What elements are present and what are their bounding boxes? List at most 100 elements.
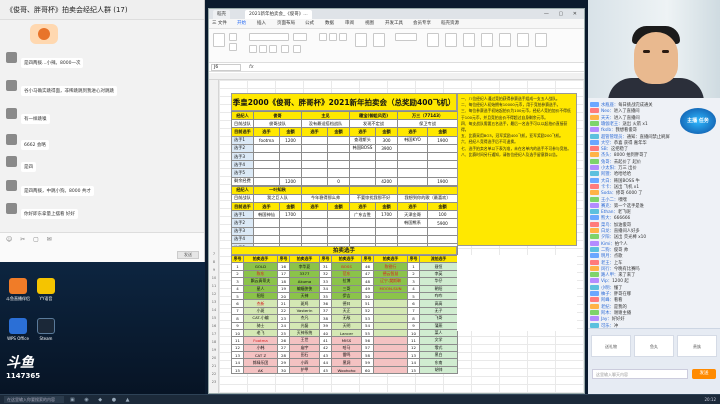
danmaku-username[interactable]: 杰头： xyxy=(601,153,614,158)
filter-icon[interactable] xyxy=(481,33,493,47)
agent-name[interactable] xyxy=(301,185,351,195)
roster-index[interactable]: 46 xyxy=(361,262,374,271)
cell-reference-box[interactable]: J6 xyxy=(211,64,241,71)
fill-color-icon[interactable] xyxy=(293,45,301,53)
row-number[interactable]: 15 xyxy=(209,316,219,320)
roster-index[interactable]: 38 xyxy=(319,314,332,323)
player-cell[interactable] xyxy=(253,218,280,228)
fan-badge-icon[interactable] xyxy=(590,127,599,133)
menu-developer[interactable]: 开发工具 xyxy=(385,19,403,29)
player-cell[interactable] xyxy=(301,151,329,162)
menu-docer-resources[interactable]: 稻壳资源 xyxy=(441,19,459,29)
roster-index[interactable]: 17 xyxy=(277,269,290,279)
fan-badge-icon[interactable] xyxy=(590,158,599,164)
roster-player[interactable]: 灭神系统 xyxy=(289,328,320,338)
roster-index[interactable]: 10 xyxy=(231,328,244,338)
roster-player[interactable] xyxy=(373,351,408,360)
roster-index[interactable]: 44 xyxy=(319,358,332,367)
column-header[interactable]: 金额 xyxy=(375,202,399,212)
player-cell[interactable] xyxy=(253,234,280,245)
player-cell[interactable] xyxy=(375,168,399,178)
roster-player[interactable]: Akuma xyxy=(289,277,320,286)
roster-player[interactable]: 老飞 xyxy=(243,328,278,338)
roster-header[interactable]: 序号 xyxy=(277,254,290,264)
roster-index[interactable]: 45 xyxy=(319,365,332,375)
team-name[interactable]: 我之巨人队 xyxy=(252,193,303,204)
roster-player[interactable]: 东南 xyxy=(419,358,458,367)
player-cell[interactable]: 3900 xyxy=(375,143,399,153)
roster-player[interactable]: 小斑 xyxy=(243,306,278,316)
roster-player[interactable]: MOON-SUN xyxy=(373,284,408,293)
fan-badge-icon[interactable] xyxy=(590,114,599,120)
player-cell[interactable]: 100 xyxy=(427,210,459,220)
align-left-icon[interactable] xyxy=(319,33,327,41)
roster-index[interactable]: 9 xyxy=(231,321,244,330)
column-header[interactable]: 金额 xyxy=(278,202,303,212)
menu-page-layout[interactable]: 页面布局 xyxy=(277,19,295,29)
danmaku-username[interactable]: Jay： xyxy=(601,317,612,322)
player-cell[interactable]: 韩国神仙 xyxy=(253,210,280,220)
menu-formulas[interactable]: 公式 xyxy=(305,19,314,29)
roster-index[interactable]: 11 xyxy=(231,336,244,345)
danmaku-username[interactable]: 夕阳： xyxy=(601,235,614,240)
row-number[interactable]: 18 xyxy=(209,340,219,344)
agent-header[interactable]: 经纪人 xyxy=(231,110,254,121)
player-cell[interactable] xyxy=(301,226,329,236)
player-cell[interactable] xyxy=(301,135,329,145)
roster-player[interactable]: 王世 xyxy=(289,336,320,345)
player-cell[interactable] xyxy=(427,226,459,236)
roster-player[interactable]: Lancer xyxy=(331,328,362,338)
roster-player[interactable] xyxy=(373,336,408,345)
roster-player[interactable]: 无敌 xyxy=(331,314,362,323)
roster-index[interactable]: 15 xyxy=(231,365,244,375)
row-number[interactable]: 20 xyxy=(209,356,219,360)
player-cell[interactable] xyxy=(349,234,377,245)
roster-index[interactable]: 4 xyxy=(407,284,420,293)
roster-index[interactable]: 34 xyxy=(319,284,332,293)
player-cell[interactable] xyxy=(301,210,329,220)
roster-player[interactable]: 天正 xyxy=(331,306,362,316)
column-header[interactable]: 选手 xyxy=(349,202,377,212)
roster-index[interactable]: 48 xyxy=(361,277,374,286)
avatar[interactable] xyxy=(6,134,17,145)
danmaku-username[interactable]: 小明： xyxy=(601,286,614,291)
roster-player[interactable]: 咋咋 xyxy=(419,291,458,301)
avatar[interactable] xyxy=(6,156,17,167)
avatar[interactable] xyxy=(6,203,17,214)
player-cell[interactable] xyxy=(301,168,329,178)
roster-player[interactable]: 杰凡 xyxy=(289,314,320,323)
remaining-funds-cell[interactable]: 1900 xyxy=(427,176,459,186)
roster-index[interactable]: 5 xyxy=(231,291,244,301)
row-number[interactable]: 8 xyxy=(209,260,219,264)
column-header[interactable]: 金额 xyxy=(278,127,303,137)
player-cell[interactable]: 韩国KYO xyxy=(397,135,429,145)
roster-index[interactable]: 57 xyxy=(361,343,374,353)
roster-player[interactable] xyxy=(373,358,408,367)
remaining-funds-cell[interactable]: 0 xyxy=(327,176,351,186)
player-cell[interactable] xyxy=(375,234,399,245)
fan-badge-icon[interactable] xyxy=(590,108,599,114)
player-cell[interactable] xyxy=(327,210,351,220)
roster-player[interactable]: 黑洞 xyxy=(331,358,362,367)
roster-player[interactable]: 朝阳 xyxy=(419,284,458,293)
player-cell[interactable]: 韩国熊系 xyxy=(397,218,429,228)
danmaku-username[interactable]: 小太阳： xyxy=(601,166,618,171)
align-center-icon[interactable] xyxy=(329,33,337,41)
roster-index[interactable]: 51 xyxy=(361,299,374,308)
roster-player[interactable]: 护甲 xyxy=(289,365,320,375)
agent-header[interactable]: 经纪人 xyxy=(231,185,254,195)
danmaku-username[interactable]: fkslb： xyxy=(601,128,615,133)
roster-player[interactable]: 斑鸠 xyxy=(289,299,320,308)
player-cell[interactable]: 300 xyxy=(375,135,399,145)
roster-index[interactable]: 8 xyxy=(231,314,244,323)
roster-index[interactable]: 3 xyxy=(231,277,244,286)
fan-badge-icon[interactable] xyxy=(590,190,599,196)
row-number[interactable]: 23 xyxy=(209,380,219,384)
remaining-funds-cell[interactable] xyxy=(397,176,429,186)
fan-badge-icon[interactable] xyxy=(590,309,599,315)
remaining-funds-cell[interactable]: 4200 xyxy=(375,176,399,186)
row-number[interactable]: 19 xyxy=(209,348,219,352)
roster-header[interactable]: 流拍选手 xyxy=(419,254,458,264)
fan-badge-icon[interactable] xyxy=(590,139,599,145)
roster-player[interactable]: 华仔 xyxy=(419,277,458,286)
